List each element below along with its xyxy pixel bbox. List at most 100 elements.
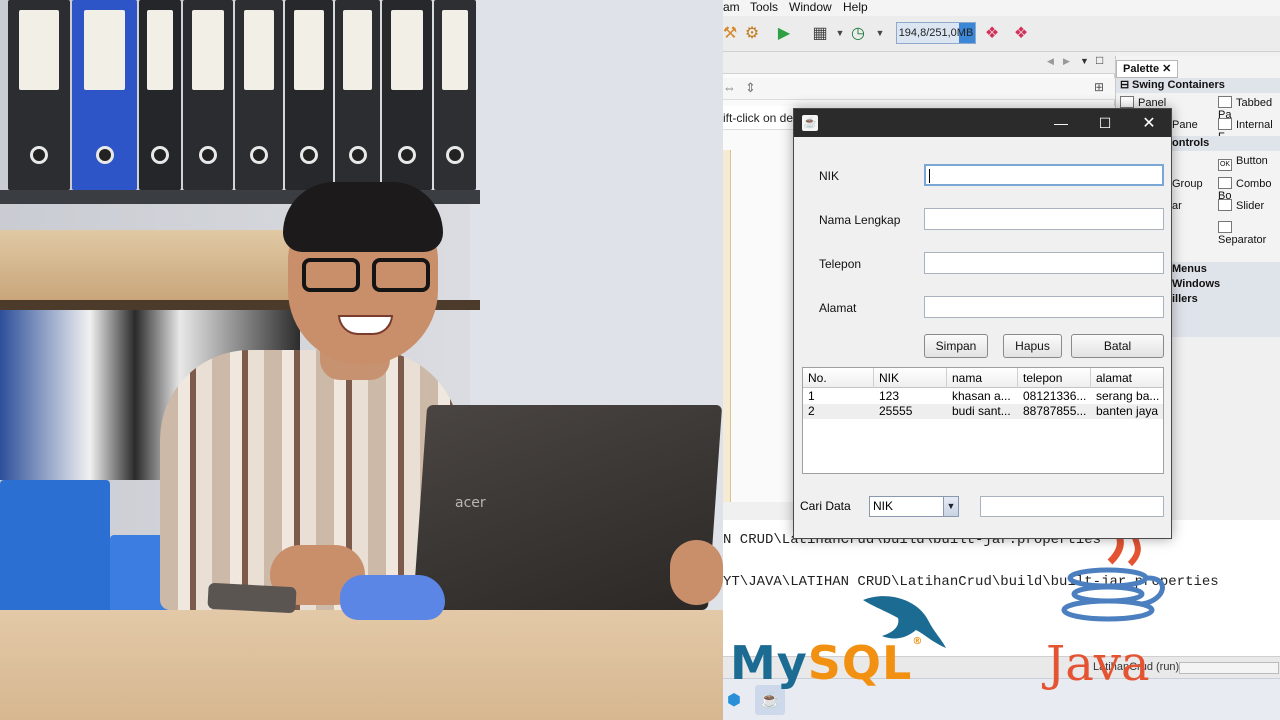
grid-icon[interactable]: ⊞ [1094,80,1104,94]
profile-icon[interactable]: ◷ [847,22,869,44]
editor-tab-bar: ◀ ▶ ▼ □ [723,52,1115,74]
cari-data-label: Cari Data [800,499,851,513]
desk [0,610,723,720]
chevron-down-icon[interactable]: ▼ [943,497,958,516]
menu-team[interactable]: am [723,0,740,14]
column-header-nama[interactable]: nama [947,368,1018,388]
profiler-icon[interactable]: ❖ [1010,22,1032,44]
table-cell: khasan a... [952,389,1011,403]
column-header-alamat[interactable]: alamat [1091,368,1163,388]
debug-icon[interactable]: ▦ [809,22,831,44]
dialog-titlebar[interactable]: ☕ — ☐ ✕ [794,109,1171,137]
binder [285,0,333,190]
close-icon[interactable]: ✕ [1162,63,1171,75]
person-hair [283,182,443,252]
panel-icon [1120,96,1134,108]
palette-category-label: Swing Containers [1132,79,1225,91]
nama-lengkap-input[interactable] [924,208,1164,230]
menu-window[interactable]: Window [789,0,832,14]
design-toolbar: ⇔ ⇕ ⊞ [723,78,1115,100]
palette-category[interactable]: ⊟ Swing Containers [1116,78,1280,93]
internal-frame-icon [1218,118,1232,130]
palette-item-button-group[interactable]: Group [1172,178,1203,190]
data-table[interactable]: No. NIK nama telepon alamat 1 123 khasan… [802,367,1164,474]
palette-item-separator[interactable]: Separator [1218,221,1280,246]
java-app-icon: ☕ [802,115,818,131]
menu-bar: am Tools Window Help [723,0,1280,16]
palette-item-label: Group [1172,178,1203,190]
minimize-icon[interactable]: — [1039,109,1083,137]
nik-input[interactable] [924,164,1164,186]
alamat-input[interactable] [924,296,1164,318]
menu-help[interactable]: Help [843,0,868,14]
search-input[interactable] [980,496,1164,517]
tabbed-pane-icon [1218,96,1232,108]
palette-category-label: Menus [1172,263,1207,275]
palette-item-scroll-bar[interactable]: ar [1172,200,1182,212]
gc-icon[interactable]: ❖ [981,22,1003,44]
run-icon[interactable]: ▶ [773,22,795,44]
scroll-right-icon[interactable]: ▶ [1063,56,1070,67]
design-canvas-edge [723,150,731,502]
text-caret [929,169,930,183]
blue-box [0,480,110,620]
palette-tab[interactable]: Palette ✕ [1116,60,1179,78]
palette-item-split-pane[interactable]: Pane [1172,119,1198,131]
table-cell: serang ba... [1096,389,1160,403]
scroll-left-icon[interactable]: ◀ [1047,56,1054,67]
chevron-down-icon[interactable]: ▼ [1080,56,1089,66]
palette-category-label: Windows [1172,278,1221,290]
table-row[interactable]: 2 25555 budi sant... 88787855... banten … [803,404,1163,419]
column-header-telepon[interactable]: telepon [1018,368,1091,388]
table-cell: 1 [808,389,815,403]
papers [0,230,290,300]
presenter-photo: acer [0,0,723,720]
maximize-icon[interactable]: ☐ [1083,109,1127,137]
table-cell: budi sant... [952,404,1011,418]
phone [207,582,297,614]
palette-item-label: Button [1236,155,1268,167]
menu-tools[interactable]: Tools [750,0,778,14]
nik-label: NIK [819,169,840,183]
telepon-input[interactable] [924,252,1164,274]
palette-item-label: Separator [1218,234,1267,246]
java-logo-text: Java [1046,636,1150,692]
chevron-down-icon[interactable]: ▼ [869,22,891,44]
mysql-logo-sql: SQL [807,636,913,690]
progress-bar [1179,662,1279,674]
mysql-logo-my: My [730,636,808,690]
batal-button[interactable]: Batal [1071,334,1164,358]
binder [382,0,432,190]
column-header-no[interactable]: No. [803,368,874,388]
registered-icon: ® [912,636,924,647]
search-field-select[interactable]: NIK ▼ [869,496,959,517]
separator-icon [1218,221,1232,233]
build-icon[interactable]: ⚒ [723,22,741,44]
close-icon[interactable]: ✕ [1127,109,1171,137]
palette-item-button[interactable]: OK Button [1218,155,1268,171]
palette-item-slider[interactable]: Slider [1218,199,1264,212]
palette-item-label: Pane [1172,119,1198,131]
mouse [340,575,445,620]
restore-window-icon[interactable]: □ [1096,53,1103,67]
table-cell: 88787855... [1023,404,1087,418]
table-cell: 123 [879,389,900,403]
binder [139,0,181,190]
simpan-button[interactable]: Simpan [924,334,988,358]
column-header-nik[interactable]: NIK [874,368,947,388]
memory-indicator[interactable]: 194,8/251,0MB [896,22,976,44]
mysql-logo: MySQL® [730,636,923,690]
clean-build-icon[interactable]: ⚙ [741,22,763,44]
table-row[interactable]: 1 123 khasan a... 08121336... serang ba.… [803,389,1163,404]
slider-icon [1218,199,1232,211]
move-vertical-icon[interactable]: ⇕ [745,80,756,96]
binder [235,0,283,190]
glasses [302,258,360,292]
move-horizontal-icon[interactable]: ⇔ [723,80,736,95]
button-icon: OK [1218,159,1232,171]
binder [335,0,380,190]
hapus-button[interactable]: Hapus [1003,334,1062,358]
search-field-selected: NIK [873,499,894,513]
crud-dialog: ☕ — ☐ ✕ NIK Nama Lengkap Telepon Alamat … [793,108,1172,539]
hand [670,540,723,605]
